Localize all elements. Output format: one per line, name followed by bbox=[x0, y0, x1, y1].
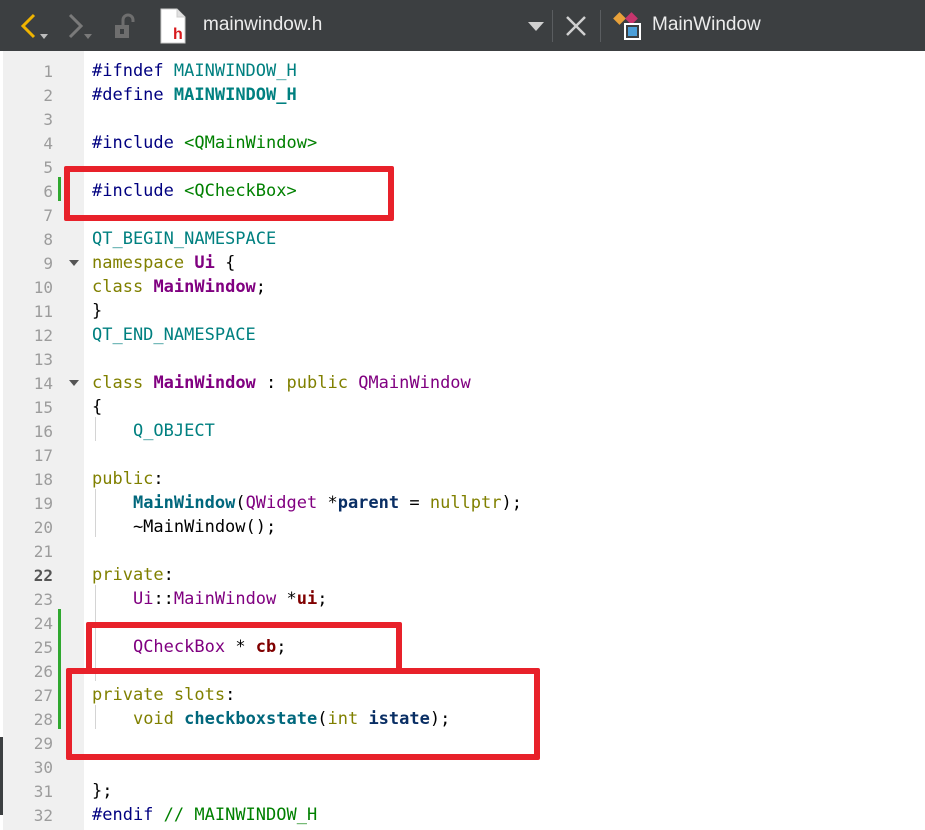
line-number: 12 bbox=[33, 326, 53, 345]
code-line[interactable]: #define MAINWINDOW_H bbox=[92, 83, 297, 107]
code-line[interactable]: private: bbox=[92, 563, 174, 587]
code-line[interactable]: #ifndef MAINWINDOW_H bbox=[92, 59, 297, 83]
annotation-box-include bbox=[64, 166, 394, 221]
modified-line-marker bbox=[58, 177, 61, 201]
code-line[interactable]: namespace Ui { bbox=[92, 251, 235, 275]
line-number: 11 bbox=[33, 302, 53, 321]
code-line[interactable]: { bbox=[92, 395, 102, 419]
line-number: 24 bbox=[33, 614, 53, 633]
code-line[interactable]: QT_BEGIN_NAMESPACE bbox=[92, 227, 276, 251]
line-number: 17 bbox=[33, 446, 53, 465]
forward-icon[interactable] bbox=[62, 10, 100, 42]
toolbar-separator bbox=[552, 10, 553, 42]
code-line[interactable]: #include <QMainWindow> bbox=[92, 131, 317, 155]
code-line[interactable]: Q_OBJECT bbox=[92, 419, 215, 443]
line-number: 7 bbox=[43, 206, 53, 225]
line-number: 2 bbox=[43, 86, 53, 105]
code-line[interactable]: class MainWindow : public QMainWindow bbox=[92, 371, 471, 395]
line-number: 3 bbox=[43, 110, 53, 129]
line-number: 16 bbox=[33, 422, 53, 441]
line-number: 13 bbox=[33, 350, 53, 369]
line-number: 9 bbox=[43, 254, 53, 273]
line-number: 30 bbox=[33, 758, 53, 777]
fold-arrow-icon[interactable] bbox=[69, 260, 79, 266]
modified-line-marker bbox=[58, 609, 61, 729]
class-icon[interactable] bbox=[612, 10, 648, 44]
line-number: 1 bbox=[43, 62, 53, 81]
code-line[interactable]: class MainWindow; bbox=[92, 275, 266, 299]
line-number: 31 bbox=[33, 782, 53, 801]
file-name: mainwindow.h bbox=[203, 14, 323, 35]
line-number: 18 bbox=[33, 470, 53, 489]
code-line[interactable]: MainWindow(QWidget *parent = nullptr); bbox=[92, 491, 522, 515]
toolbar-separator bbox=[600, 10, 601, 42]
line-number: 4 bbox=[43, 134, 53, 153]
line-number: 20 bbox=[33, 518, 53, 537]
header-file-icon: h bbox=[158, 8, 188, 44]
code-line[interactable]: #endif // MAINWINDOW_H bbox=[92, 803, 317, 827]
svg-text:h: h bbox=[173, 26, 183, 43]
line-number: 10 bbox=[33, 278, 53, 297]
code-line[interactable]: ~MainWindow(); bbox=[92, 515, 276, 539]
line-number: 6 bbox=[43, 182, 53, 201]
editor-toolbar: h mainwindow.h MainWindow bbox=[0, 0, 925, 51]
line-number: 27 bbox=[33, 686, 53, 705]
current-line-number: 22 bbox=[33, 566, 53, 585]
code-line[interactable]: }; bbox=[92, 779, 112, 803]
line-number: 19 bbox=[33, 494, 53, 513]
line-number: 25 bbox=[33, 638, 53, 657]
back-icon[interactable] bbox=[14, 10, 52, 42]
line-number: 8 bbox=[43, 230, 53, 249]
line-number: 32 bbox=[33, 806, 53, 825]
line-number: 21 bbox=[33, 542, 53, 561]
code-line[interactable]: Ui::MainWindow *ui; bbox=[92, 587, 328, 611]
class-navigator-label[interactable]: MainWindow bbox=[652, 14, 761, 36]
close-icon[interactable] bbox=[562, 12, 590, 40]
line-number: 23 bbox=[33, 590, 53, 609]
code-line[interactable]: public: bbox=[92, 467, 164, 491]
fold-arrow-icon[interactable] bbox=[69, 380, 79, 386]
code-line[interactable]: } bbox=[92, 299, 102, 323]
line-number: 14 bbox=[33, 374, 53, 393]
line-number: 26 bbox=[33, 662, 53, 681]
dropdown-icon[interactable] bbox=[524, 16, 548, 36]
annotation-box-slots bbox=[66, 668, 540, 760]
line-number: 15 bbox=[33, 398, 53, 417]
code-line[interactable]: QT_END_NAMESPACE bbox=[92, 323, 256, 347]
lock-icon[interactable] bbox=[110, 10, 142, 42]
line-number: 28 bbox=[33, 710, 53, 729]
annotation-box-member bbox=[86, 622, 402, 674]
line-number: 29 bbox=[33, 734, 53, 753]
line-number: 5 bbox=[43, 158, 53, 177]
